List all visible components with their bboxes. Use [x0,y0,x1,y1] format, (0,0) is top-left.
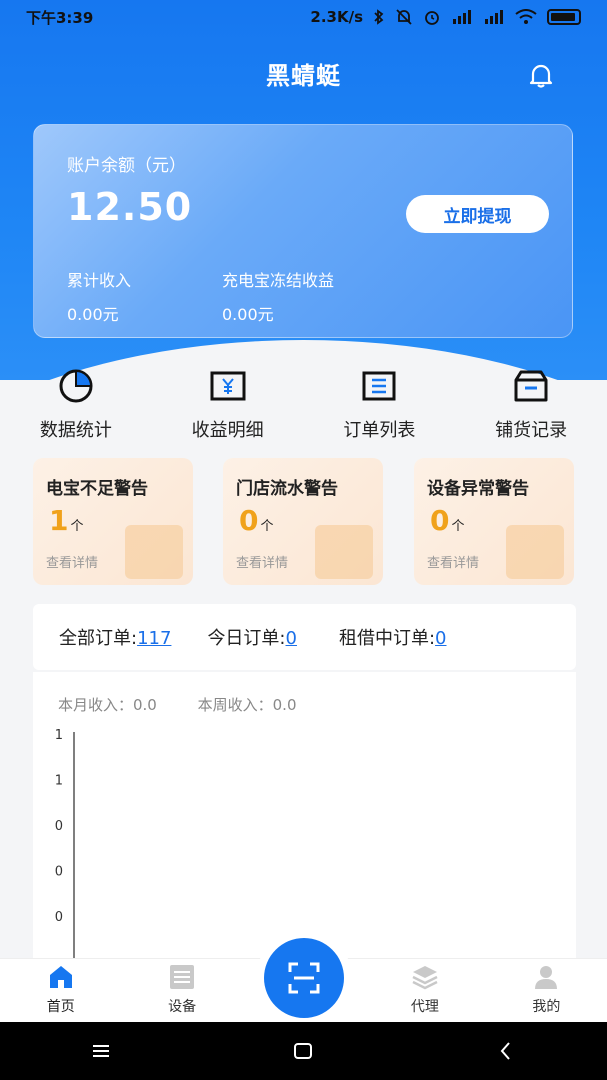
all-orders-label: 全部订单: [59,628,138,649]
balance-label: 账户余额（元） [67,156,186,176]
device-grid-icon [170,965,195,989]
frozen-income: 充电宝冻结收益 0.00元 [222,267,334,325]
all-orders-link[interactable]: 117 [137,628,171,649]
tab-devices[interactable]: 设备 [121,959,242,1022]
withdraw-button[interactable]: 立即提现 [406,195,549,233]
total-income-value: 0.00元 [67,305,119,324]
quick-menu: 数据统计 收益明细 订单列表 铺货记录 [0,366,607,442]
tab-label: 首页 [46,999,75,1015]
mute-bell-icon [396,9,412,25]
warning-card-store-flow[interactable]: 门店流水警告 0个 查看详情 [223,458,383,585]
quick-item-income-detail[interactable]: 收益明细 [152,366,304,442]
y-tick-label: 1 [55,774,63,789]
system-navigation-bar [0,1022,607,1080]
orders-summary: 全部订单:117 今日订单:0 租借中订单:0 [33,604,576,670]
tab-label: 设备 [168,999,197,1015]
view-details-link[interactable]: 查看详情 [46,552,98,571]
y-tick-label: 0 [55,819,63,834]
device-illustration [506,525,564,579]
view-details-link[interactable]: 查看详情 [427,552,479,571]
quick-item-data-stats[interactable]: 数据统计 [0,366,152,442]
today-orders-label: 今日订单: [207,628,286,649]
wifi-icon [515,9,537,24]
warning-count: 0个 [239,504,274,537]
warning-count-value: 1 [49,504,69,537]
quick-item-order-list[interactable]: 订单列表 [304,366,456,442]
warning-count-value: 0 [239,504,259,537]
warning-unit: 个 [70,519,84,534]
frozen-income-label: 充电宝冻结收益 [222,271,335,290]
scan-button[interactable] [264,938,344,1018]
home-icon [49,966,72,988]
all-orders: 全部订单:117 [59,624,171,650]
quick-item-label: 订单列表 [343,420,416,441]
bluetooth-icon [374,9,384,25]
balance-amount: 12.50 [67,185,193,229]
back-icon[interactable] [495,1040,517,1062]
renting-orders-label: 租借中订单: [338,628,436,649]
quick-item-label: 收益明细 [191,420,264,441]
tab-mine[interactable]: 我的 [486,959,607,1022]
warning-count: 1个 [49,504,84,537]
signal-hd-icon [453,10,471,24]
total-income-label: 累计收入 [67,271,132,290]
home-square-icon[interactable] [292,1040,314,1062]
warning-unit: 个 [451,519,465,534]
warning-count: 0个 [430,504,465,537]
pie-chart-icon [59,369,93,403]
renting-orders: 租借中订单:0 [339,624,447,650]
battery-icon [547,9,581,25]
tab-label: 我的 [532,999,561,1015]
warning-count-value: 0 [430,504,450,537]
network-speed: 2.3K/s [310,8,363,26]
y-tick-label: 1 [55,728,63,743]
tab-agent[interactable]: 代理 [364,959,485,1022]
yuan-receipt-icon [210,371,246,401]
today-orders: 今日订单:0 [207,624,297,650]
menu-icon[interactable] [90,1040,112,1062]
quick-item-label: 数据统计 [39,420,112,441]
user-icon [535,966,558,989]
renting-orders-link[interactable]: 0 [435,628,446,649]
income-chart: 本月收入：0.0 本周收入：0.0 11000 [33,672,576,962]
layers-icon [412,966,438,990]
page-title: 黑蜻蜓 [266,62,341,90]
signal-hd-2-icon [485,10,503,24]
warning-card-low-powerbank[interactable]: 电宝不足警告 1个 查看详情 [33,458,193,585]
chart-canvas: 1 1 0 0 0 [55,728,75,962]
view-details-link[interactable]: 查看详情 [236,552,288,571]
tab-label: 代理 [410,999,439,1015]
balance-card: 账户余额（元） 12.50 立即提现 累计收入 0.00元 充电宝冻结收益 0.… [33,124,573,338]
status-bar: 下午3:39 2.3K/s [0,0,607,34]
frozen-income-value: 0.00元 [222,305,274,324]
today-orders-link[interactable]: 0 [286,628,297,649]
y-tick-label: 0 [55,865,63,880]
store-illustration [315,525,373,579]
quick-item-label: 铺货记录 [495,420,568,441]
warning-card-device-abnormal[interactable]: 设备异常警告 0个 查看详情 [414,458,574,585]
warning-unit: 个 [260,519,274,534]
tab-home[interactable]: 首页 [0,959,121,1022]
quick-item-distribution-records[interactable]: 铺货记录 [455,366,607,442]
warning-title: 门店流水警告 [236,479,338,499]
warning-title: 电宝不足警告 [46,479,148,499]
alarm-icon [425,11,439,25]
scan-icon [288,962,320,994]
status-time: 下午3:39 [26,8,94,27]
y-tick-label: 0 [55,910,63,925]
powerbank-illustration [125,525,183,579]
notification-bell-icon[interactable] [526,60,556,90]
list-icon [362,371,396,401]
warning-title: 设备异常警告 [427,479,529,499]
total-income: 累计收入 0.00元 [67,267,131,325]
box-icon [514,370,548,402]
